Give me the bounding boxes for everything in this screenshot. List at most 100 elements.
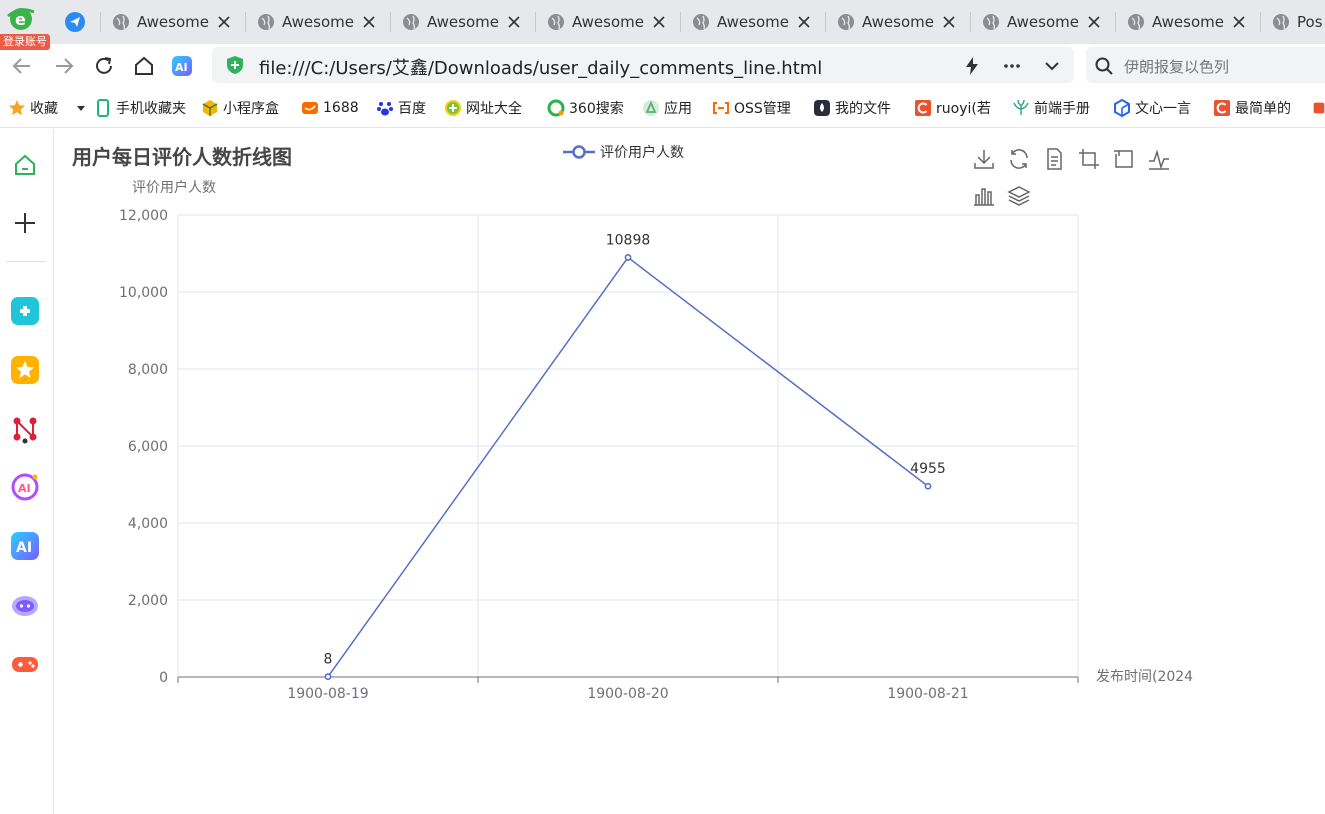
puzzle-app-icon[interactable] (9, 295, 41, 327)
bookmark-item[interactable]: 我的文件 (813, 96, 901, 120)
cube-icon (1113, 99, 1131, 117)
ai-app-icon[interactable]: AI (9, 530, 41, 562)
home-icon[interactable] (9, 149, 41, 181)
globe-icon (113, 14, 129, 30)
browser-tab[interactable]: Awesome (390, 6, 530, 38)
tab-separator (535, 12, 536, 32)
x-axis-label: 发布时间(2024 (1096, 669, 1193, 685)
y-tick-label: 0 (159, 670, 168, 686)
tab-separator (680, 12, 681, 32)
data-point[interactable] (324, 673, 332, 681)
bookmark-item[interactable]: ruoyi(若 (914, 96, 1000, 120)
tab-separator (100, 12, 101, 32)
1688-icon (301, 99, 319, 117)
pinned-tab-telegram-icon[interactable] (62, 9, 88, 35)
close-tab-icon[interactable] (941, 14, 957, 30)
bookmark-item[interactable]: 应用 (642, 96, 700, 120)
x-tick-label: 1900-08-21 (887, 686, 968, 702)
tab-separator (970, 12, 971, 32)
bookmark-label: 我的文件 (835, 101, 891, 117)
bookmark-label: 最简单的 (1235, 101, 1291, 117)
bookmark-item[interactable]: 手机收藏夹 (94, 96, 189, 120)
bookmark-label: 网址大全 (466, 101, 522, 117)
close-tab-icon[interactable] (651, 14, 667, 30)
bookmark-item[interactable]: 1688 (301, 96, 365, 120)
login-badge[interactable]: 登录账号 (0, 34, 50, 50)
more-dots-icon[interactable] (1000, 54, 1024, 78)
tab-title: Awesome (282, 13, 354, 31)
browser-tab[interactable]: Awesome (100, 6, 240, 38)
svg-text:AI: AI (175, 61, 188, 74)
data-point[interactable] (924, 482, 932, 490)
search-suggestion-text[interactable]: 伊朗报复以色列 (1124, 56, 1229, 77)
y-tick-label: 2,000 (128, 593, 168, 609)
tab-title: Awesome (1152, 13, 1224, 31)
browser-tab[interactable]: Awesome (1115, 6, 1255, 38)
url-text[interactable]: file:///C:/Users/艾鑫/Downloads/user_daily… (259, 54, 822, 80)
browser-logo-icon[interactable]: e (4, 4, 36, 32)
bookmark-item[interactable]: 收藏 (8, 96, 68, 120)
bookmark-item[interactable]: 最简单的 (1213, 96, 1293, 120)
y-tick-label: 12,000 (119, 208, 168, 224)
globe-icon (403, 14, 419, 30)
baidu-paw-icon (376, 99, 394, 117)
game-controller-icon[interactable] (9, 648, 41, 680)
ai-circle-icon[interactable]: AI (9, 471, 41, 503)
close-tab-icon[interactable] (1231, 14, 1247, 30)
bookmark-item[interactable]: 小程序盒 (201, 96, 288, 120)
close-tab-icon[interactable] (216, 14, 232, 30)
bookmark-label: 应用 (664, 101, 692, 117)
bookmark-item[interactable]: 网址大全 (444, 96, 534, 120)
bookmark-item[interactable]: 360搜索 (547, 96, 629, 120)
tab-title: Awesome (717, 13, 789, 31)
y-tick-label: 6,000 (128, 439, 168, 455)
back-arrow-icon[interactable] (10, 54, 34, 78)
globe-icon (693, 14, 709, 30)
chevron-down-icon[interactable] (1040, 54, 1064, 78)
bookmark-item[interactable]: 百度 (376, 96, 434, 120)
home-icon[interactable] (132, 54, 156, 78)
app-icon (642, 99, 660, 117)
browser-tab[interactable]: Awesome (680, 6, 820, 38)
data-point[interactable] (624, 254, 632, 261)
close-tab-icon[interactable] (796, 14, 812, 30)
bookmark-item[interactable]: 前端手册 (1012, 96, 1100, 120)
browser-tab[interactable]: Pos (1260, 6, 1325, 38)
add-plus-icon[interactable] (9, 207, 41, 239)
lightning-icon[interactable] (960, 54, 984, 78)
chart-area: 用户每日评价人数折线图 评价用户人数 0 2,000 4,000 6,000 8,000… (55, 129, 1325, 814)
browser-tab[interactable]: Awesome (970, 6, 1110, 38)
plant-icon (1012, 99, 1030, 117)
bookmarks-dropdown-icon[interactable] (75, 96, 87, 120)
browser-tab[interactable]: Awesome (825, 6, 965, 38)
bookmark-overflow-icon[interactable] (1313, 96, 1325, 120)
series-line (327, 256, 929, 678)
reload-icon[interactable] (92, 54, 116, 78)
bookmark-label: ruoyi(若 (936, 101, 991, 117)
network-nodes-icon[interactable] (9, 413, 41, 445)
sidebar-divider (6, 261, 46, 262)
svg-text:AI: AI (16, 540, 32, 556)
star-favorites-icon[interactable] (9, 354, 41, 386)
shield-plus-icon[interactable] (225, 55, 245, 75)
drop-icon (813, 99, 831, 117)
line-chart: 0 2,000 4,000 6,000 8,000 10,000 12,000 1900-08… (119, 179, 1193, 702)
globe-icon (1128, 14, 1144, 30)
tab-separator (390, 12, 391, 32)
data-label: 10898 (606, 232, 651, 248)
globe-icon (983, 14, 999, 30)
close-tab-icon[interactable] (506, 14, 522, 30)
bookmark-item[interactable]: 文心一言 (1113, 96, 1201, 120)
c-icon (914, 99, 932, 117)
bookmark-label: 百度 (398, 101, 426, 117)
browser-tab[interactable]: Awesome (245, 6, 385, 38)
close-tab-icon[interactable] (1086, 14, 1102, 30)
bookmark-item[interactable]: OSS管理 (712, 96, 800, 120)
x-tick-label: 1900-08-19 (287, 686, 368, 702)
close-tab-icon[interactable] (361, 14, 377, 30)
tab-separator (1115, 12, 1116, 32)
ai-assistant-icon[interactable]: AI (170, 54, 194, 78)
forward-arrow-icon[interactable] (52, 54, 76, 78)
chat-bot-icon[interactable] (9, 589, 41, 621)
browser-tab[interactable]: Awesome (535, 6, 675, 38)
